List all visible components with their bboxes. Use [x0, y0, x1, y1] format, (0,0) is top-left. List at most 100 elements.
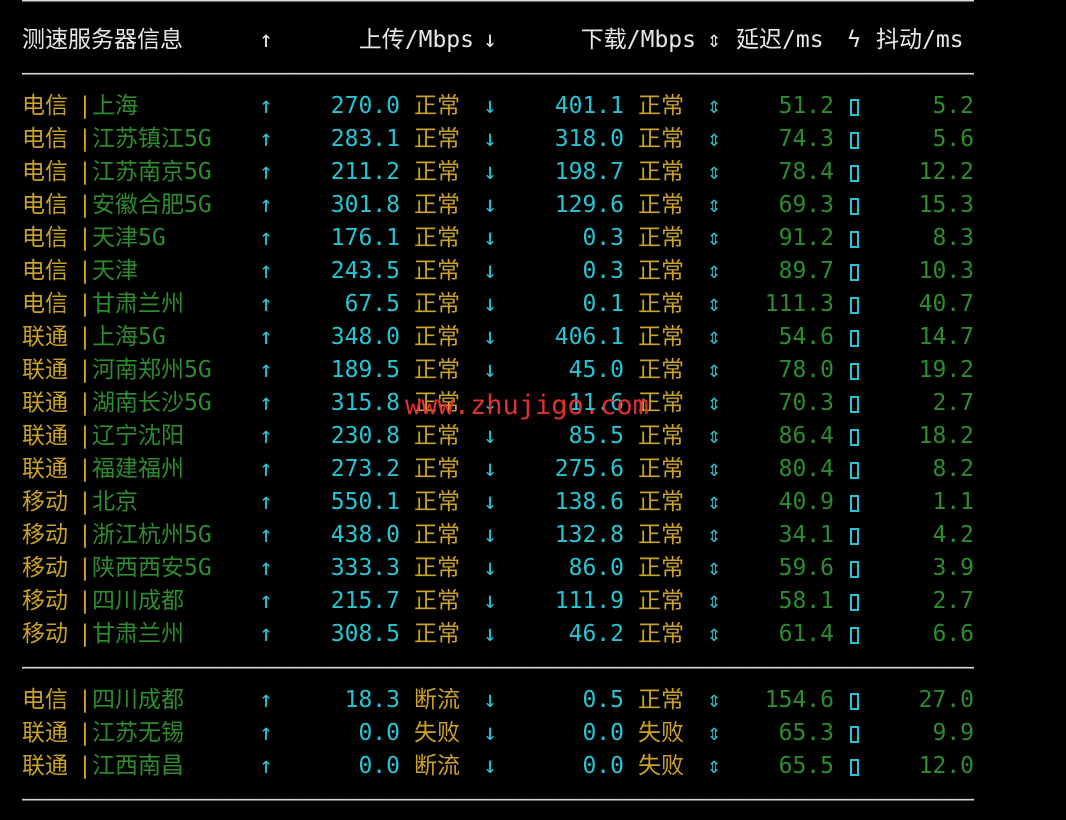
isp-label: 电信: [22, 687, 68, 713]
download-value: 85.5: [568, 423, 624, 449]
glyph-box-icon: [849, 759, 859, 776]
latency-value: 70.3: [778, 390, 834, 416]
separator: |: [78, 93, 92, 119]
download-status: 正常: [638, 621, 684, 647]
updown-arrow-icon: ⇕: [707, 588, 721, 614]
jitter-value: 2.7: [932, 588, 974, 614]
download-value: 0.0: [582, 720, 624, 746]
jitter-value: 8.2: [932, 456, 974, 482]
glyph-box-icon: [849, 99, 859, 116]
download-value: 0.3: [582, 258, 624, 284]
server-city: 江苏无锡: [92, 720, 184, 746]
latency-value: 40.9: [778, 489, 834, 515]
isp-label: 移动: [22, 588, 68, 614]
missing-glyph-icon: [846, 189, 862, 222]
upload-value: 315.8: [330, 390, 400, 416]
latency-value: 58.1: [778, 588, 834, 614]
glyph-box-icon: [849, 429, 859, 446]
download-arrow-icon: ↓: [483, 489, 497, 515]
download-value: 0.3: [582, 225, 624, 251]
table-row: 电信 | 江苏镇江5G ↑ 283.1 正常 ↓ 318.0 正常 ⇕ 74.3 5.6: [0, 123, 1066, 156]
isp-label: 联通: [22, 423, 68, 449]
upload-status: 正常: [414, 357, 460, 383]
download-arrow-icon: ↓: [483, 456, 497, 482]
updown-arrow-icon: ⇕: [707, 456, 721, 482]
download-arrow-icon: ↓: [483, 291, 497, 317]
updown-arrow-icon: ⇕: [707, 126, 721, 152]
latency-value: 89.7: [778, 258, 834, 284]
server-city: 甘肃兰州: [92, 291, 184, 317]
isp-label: 电信: [22, 291, 68, 317]
upload-value: 18.3: [344, 687, 400, 713]
upload-arrow-icon: ↑: [259, 27, 273, 53]
server-city: 北京: [92, 489, 138, 515]
isp-label: 联通: [22, 456, 68, 482]
missing-glyph-icon: [846, 552, 862, 585]
server-city: 天津: [92, 258, 138, 284]
jitter-value: 8.3: [932, 225, 974, 251]
jitter-value: 1.1: [932, 489, 974, 515]
upload-arrow-icon: ↑: [259, 324, 273, 350]
missing-glyph-icon: [846, 519, 862, 552]
upload-arrow-icon: ↑: [259, 291, 273, 317]
updown-arrow-icon: ⇕: [707, 192, 721, 218]
latency-value: 80.4: [778, 456, 834, 482]
upload-value: 230.8: [330, 423, 400, 449]
upload-status: 正常: [414, 555, 460, 581]
download-value: 132.8: [554, 522, 624, 548]
upload-status: 断流: [414, 687, 460, 713]
jitter-value: 14.7: [918, 324, 974, 350]
download-value: 138.6: [554, 489, 624, 515]
upload-arrow-icon: ↑: [259, 93, 273, 119]
download-status: 正常: [638, 588, 684, 614]
table-row: 电信 | 江苏南京5G ↑ 211.2 正常 ↓ 198.7 正常 ⇕ 78.4 12.2: [0, 156, 1066, 189]
download-value: 0.5: [582, 687, 624, 713]
glyph-box-icon: [849, 297, 859, 314]
download-arrow-icon: ↓: [483, 390, 497, 416]
download-value: 11.6: [568, 390, 624, 416]
upload-value: 438.0: [330, 522, 400, 548]
section-divider: ————————————————————————————————————————…: [22, 654, 974, 680]
missing-glyph-icon: [846, 618, 862, 651]
download-value: 46.2: [568, 621, 624, 647]
isp-label: 联通: [22, 357, 68, 383]
download-status: 正常: [638, 159, 684, 185]
isp-label: 移动: [22, 522, 68, 548]
jitter-value: 19.2: [918, 357, 974, 383]
table-row: 移动 | 四川成都 ↑ 215.7 正常 ↓ 111.9 正常 ⇕ 58.1 2.7: [0, 585, 1066, 618]
missing-glyph-icon: [846, 156, 862, 189]
upload-status: 正常: [414, 489, 460, 515]
separator: |: [78, 588, 92, 614]
server-city: 湖南长沙5G: [92, 390, 212, 416]
server-city: 陕西西安5G: [92, 555, 212, 581]
updown-arrow-icon: ⇕: [707, 555, 721, 581]
updown-arrow-icon: ⇕: [707, 258, 721, 284]
glyph-box-icon: [849, 330, 859, 347]
upload-value: 67.5: [344, 291, 400, 317]
isp-label: 电信: [22, 93, 68, 119]
download-value: 45.0: [568, 357, 624, 383]
server-city: 天津5G: [92, 225, 166, 251]
table-row: 移动 | 甘肃兰州 ↑ 308.5 正常 ↓ 46.2 正常 ⇕ 61.4 6.6: [0, 618, 1066, 651]
download-status: 正常: [638, 390, 684, 416]
glyph-box-icon: [849, 231, 859, 248]
table-row: 联通 | 福建福州 ↑ 273.2 正常 ↓ 275.6 正常 ⇕ 80.4 8.2: [0, 453, 1066, 486]
download-value: 129.6: [554, 192, 624, 218]
table-row: 电信 | 安徽合肥5G ↑ 301.8 正常 ↓ 129.6 正常 ⇕ 69.3 15.3: [0, 189, 1066, 222]
server-city: 江苏镇江5G: [92, 126, 212, 152]
table-row: 电信 | 天津 ↑ 243.5 正常 ↓ 0.3 正常 ⇕ 89.7 10.3: [0, 255, 1066, 288]
upload-arrow-icon: ↑: [259, 390, 273, 416]
isp-label: 电信: [22, 225, 68, 251]
separator: |: [78, 192, 92, 218]
upload-value: 215.7: [330, 588, 400, 614]
upload-arrow-icon: ↑: [259, 489, 273, 515]
separator: |: [78, 324, 92, 350]
download-value: 401.1: [554, 93, 624, 119]
header-title: 测速服务器信息: [22, 27, 183, 53]
latency-value: 34.1: [778, 522, 834, 548]
table-row: 移动 | 浙江杭州5G ↑ 438.0 正常 ↓ 132.8 正常 ⇕ 34.1 4.2: [0, 519, 1066, 552]
download-arrow-icon: ↓: [483, 126, 497, 152]
glyph-box-icon: [849, 165, 859, 182]
missing-glyph-icon: [846, 90, 862, 123]
missing-glyph-icon: [846, 255, 862, 288]
